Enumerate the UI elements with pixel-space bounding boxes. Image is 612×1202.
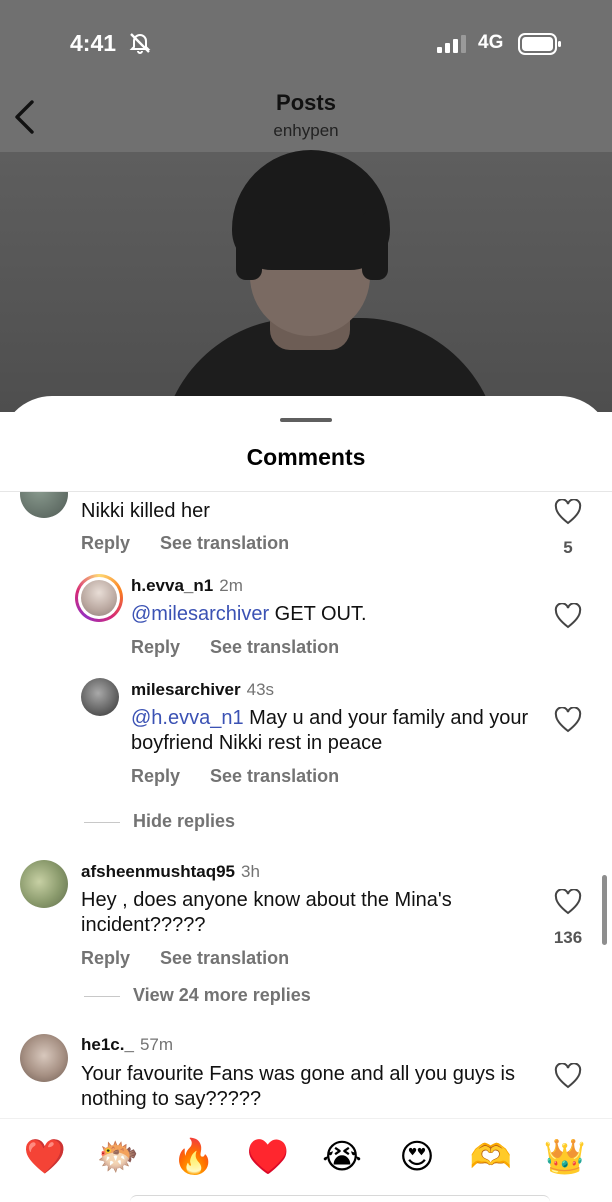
comment-username[interactable]: he1c._ 57m (81, 1035, 173, 1055)
view-more-replies-button[interactable]: View 24 more replies (133, 985, 311, 1006)
comment-text: Your favourite Fans was gone and all you… (81, 1063, 515, 1110)
username[interactable]: he1c._ (81, 1035, 134, 1054)
signal-bars-icon (437, 35, 466, 53)
comment-username[interactable]: milesarchiver 43s (131, 680, 274, 700)
comment-text: Nikki killed her (81, 500, 210, 522)
heart-outline-icon[interactable] (554, 603, 582, 629)
mention-link[interactable]: @milesarchiver (131, 603, 269, 625)
emoji-blowfish[interactable]: 🐡 (96, 1137, 140, 1177)
emoji-red-heart[interactable]: ❤️ (23, 1137, 67, 1177)
avatar[interactable] (20, 492, 68, 518)
see-translation-button[interactable]: See translation (160, 948, 289, 968)
avatar[interactable] (81, 678, 119, 716)
emoji-heart-suit[interactable]: ♥️ (246, 1137, 290, 1177)
page-title: Posts (276, 90, 336, 115)
comments-sheet: Comments Nikki killed her Reply See trans… (0, 396, 612, 1199)
username[interactable]: h.evva_n1 (131, 576, 213, 595)
thread-line (84, 822, 120, 823)
avatar-story-ring[interactable] (75, 574, 123, 622)
reply-button[interactable]: Reply (131, 637, 180, 657)
emoji-heart-eyes[interactable]: 😍 (395, 1137, 439, 1177)
avatar[interactable] (20, 860, 68, 908)
comment-text: @h.evva_n1 May u and your family and you… (131, 706, 541, 756)
emoji-loudly-crying[interactable]: 😭 (320, 1137, 364, 1177)
person-figure (236, 210, 262, 280)
username[interactable]: milesarchiver (131, 680, 241, 699)
reply-button[interactable]: Reply (81, 948, 130, 968)
heart-outline-icon[interactable] (554, 499, 582, 525)
comment-actions: Reply See translation (131, 637, 339, 658)
comment-actions: Reply See translation (81, 533, 289, 554)
like-count: 5 (563, 538, 573, 557)
mention-link[interactable]: @h.evva_n1 (131, 707, 244, 729)
see-translation-button[interactable]: See translation (210, 766, 339, 786)
avatar[interactable] (20, 1034, 68, 1082)
heart-outline-icon[interactable] (554, 889, 582, 915)
scrollbar[interactable] (602, 875, 607, 945)
sheet-grabber[interactable] (280, 418, 332, 422)
reply-button[interactable]: Reply (81, 533, 130, 553)
battery-icon (518, 33, 561, 55)
status-time: 4:41 (70, 30, 117, 56)
emoji-crown[interactable]: 👑 (543, 1137, 587, 1177)
see-translation-button[interactable]: See translation (210, 637, 339, 657)
emoji-heart-hands[interactable]: 🫶 (469, 1137, 513, 1177)
comment-time: 43s (246, 680, 275, 699)
comment-text: @milesarchiver GET OUT. (131, 602, 541, 627)
reply-button[interactable]: Reply (131, 766, 180, 786)
comment-actions: Reply See translation (81, 948, 289, 969)
heart-outline-icon[interactable] (554, 707, 582, 733)
comment-time: 3h (241, 862, 260, 881)
hide-replies-button[interactable]: Hide replies (133, 811, 235, 832)
sheet-title: Comments (246, 444, 366, 470)
thread-line (84, 996, 120, 997)
comment-text: Hey , does anyone know about the Mina's … (81, 889, 452, 936)
comment-username[interactable]: h.evva_n1 2m (131, 576, 243, 596)
comment-actions: Reply See translation (131, 766, 339, 787)
comment-username[interactable]: afsheenmushtaq95 3h (81, 862, 260, 882)
see-translation-button[interactable]: See translation (160, 533, 289, 553)
comment-body: GET OUT. (269, 603, 367, 625)
network-type: 4G (478, 32, 504, 53)
comment-list[interactable]: Nikki killed her Reply See translation 5 … (0, 492, 612, 1117)
page-subtitle: enhypen (273, 121, 339, 140)
heart-outline-icon[interactable] (554, 1063, 582, 1089)
comment-time: 2m (219, 576, 243, 595)
comment-time: 57m (139, 1035, 174, 1054)
emoji-reaction-bar: ❤️ 🐡 🔥 ♥️ 😭 😍 🫶 👑 (0, 1118, 612, 1200)
bell-slash-icon (129, 33, 151, 54)
like-count: 136 (553, 928, 583, 947)
username[interactable]: afsheenmushtaq95 (81, 862, 235, 881)
person-figure (362, 210, 388, 280)
emoji-fire[interactable]: 🔥 (172, 1137, 216, 1177)
